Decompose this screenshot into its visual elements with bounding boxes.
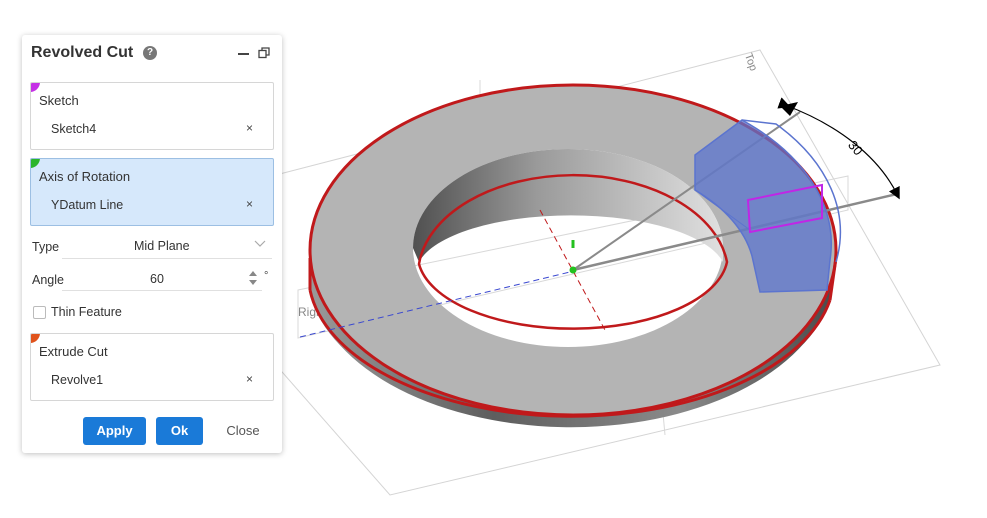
extrude-cut-value: Revolve1: [51, 373, 104, 387]
extrude-cut-label: Extrude Cut: [39, 344, 108, 359]
restore-window-icon[interactable]: [258, 47, 270, 59]
panel-title: Revolved Cut: [31, 44, 134, 61]
minimize-icon[interactable]: [238, 53, 249, 55]
revolved-cut-panel: Revolved Cut ? Sketch Sketch4 × Axis of …: [22, 35, 282, 453]
axis-corner-marker: [31, 159, 40, 168]
axis-clear-icon[interactable]: ×: [246, 197, 253, 211]
close-button[interactable]: Close: [218, 417, 268, 445]
extrude-corner-marker: [31, 334, 40, 343]
chevron-down-icon: [254, 240, 266, 247]
extrude-cut-clear-icon[interactable]: ×: [246, 372, 253, 386]
thin-feature-checkbox[interactable]: [33, 306, 46, 319]
axis-point: [569, 266, 577, 274]
sketch-label: Sketch: [39, 93, 79, 108]
sketch-corner-marker: [31, 83, 40, 92]
top-plane-label: Top: [742, 52, 759, 73]
type-value: Mid Plane: [134, 239, 190, 253]
revolved-cut-preview: [694, 119, 842, 293]
panel-header: Revolved Cut ?: [22, 35, 282, 71]
dimension-value[interactable]: 30: [845, 137, 866, 158]
axis-label: Axis of Rotation: [39, 169, 131, 184]
sketch-value: Sketch4: [51, 122, 97, 136]
angle-stepper-icon[interactable]: [248, 268, 258, 288]
angle-value: 60: [150, 272, 164, 286]
type-select[interactable]: Mid Plane: [62, 234, 272, 259]
help-icon[interactable]: ?: [143, 46, 157, 60]
sketch-field[interactable]: Sketch Sketch4 ×: [30, 82, 274, 150]
apply-button[interactable]: Apply: [83, 417, 146, 445]
axis-value: YDatum Line: [51, 198, 124, 212]
sketch-clear-icon[interactable]: ×: [246, 121, 253, 135]
angle-unit: °: [264, 270, 269, 282]
angle-input[interactable]: 60: [62, 266, 262, 291]
thin-feature-label: Thin Feature: [51, 305, 122, 319]
type-label: Type: [32, 240, 60, 254]
axis-of-rotation-field[interactable]: Axis of Rotation YDatum Line ×: [30, 158, 274, 226]
angle-label: Angle: [32, 273, 64, 287]
ok-button[interactable]: Ok: [156, 417, 203, 445]
extrude-cut-field[interactable]: Extrude Cut Revolve1 ×: [30, 333, 274, 401]
